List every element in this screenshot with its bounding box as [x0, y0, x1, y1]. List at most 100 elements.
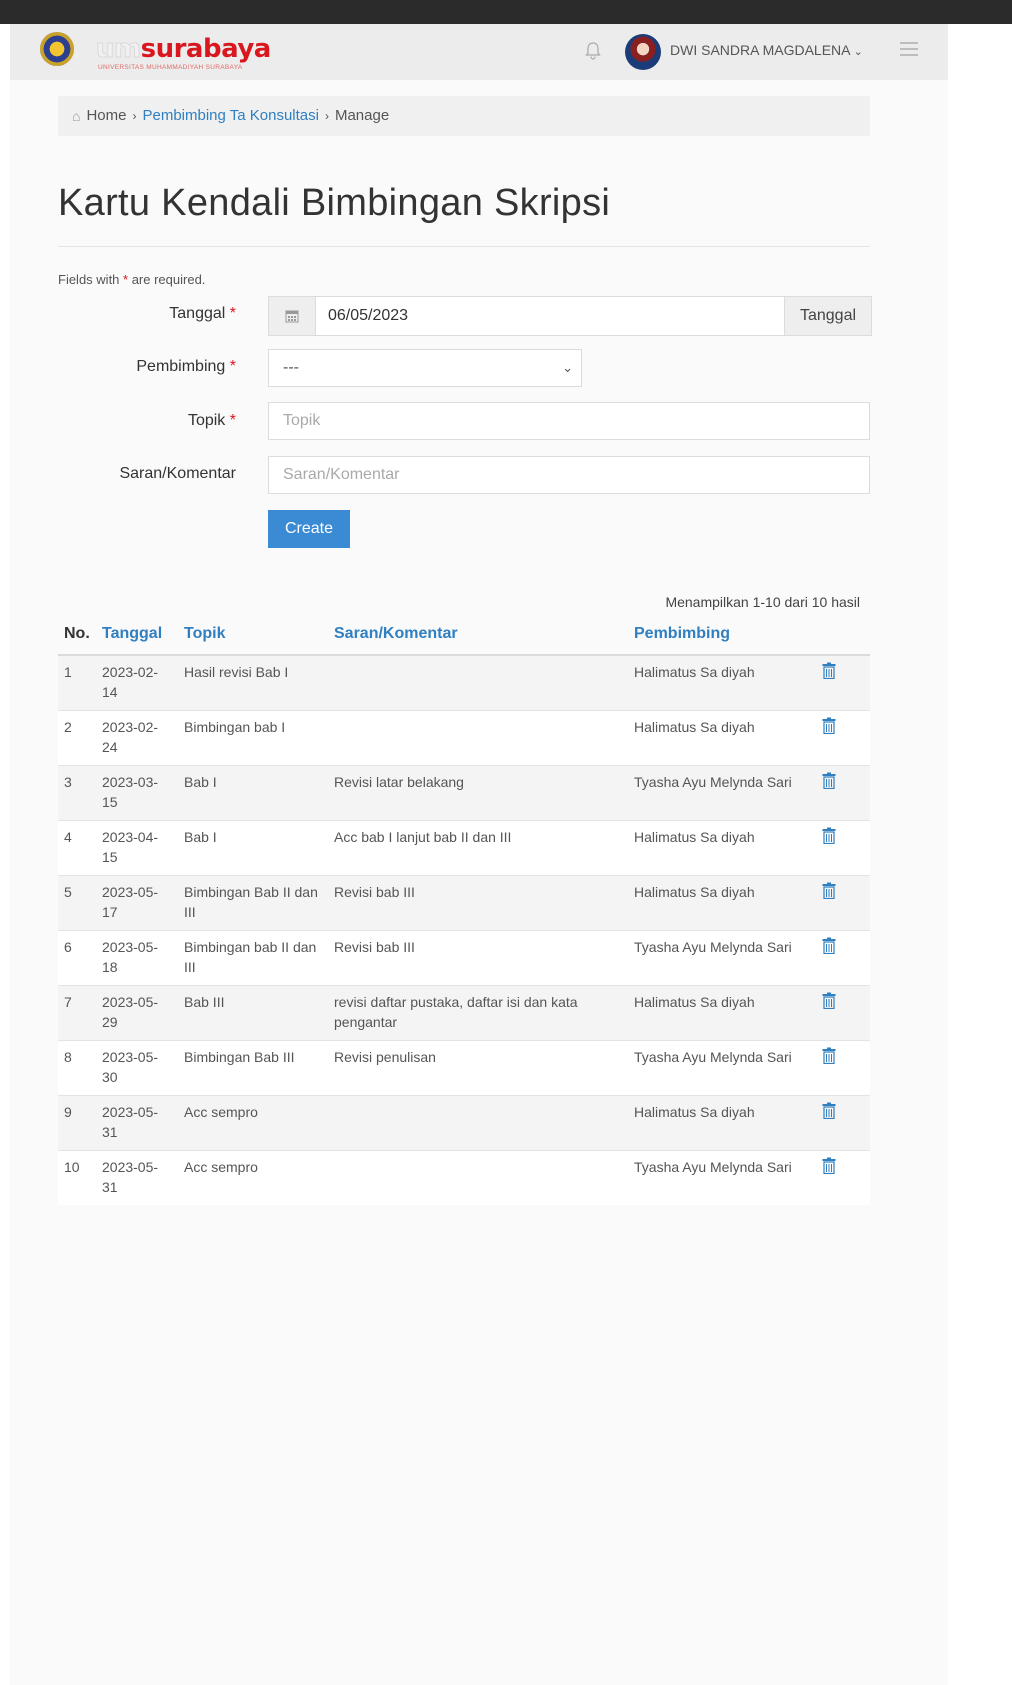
cell-topik: Acc sempro [178, 1095, 328, 1151]
cell-actions [816, 654, 870, 711]
right-gutter [948, 24, 1012, 1685]
cell-pembimbing: Tyasha Ayu Melynda Sari [628, 930, 816, 986]
site-logo[interactable]: umsurabaya [96, 34, 272, 65]
tanggal-input[interactable] [316, 297, 784, 335]
cell-no: 1 [58, 654, 96, 711]
cell-no: 9 [58, 1095, 96, 1151]
cell-saran: Revisi bab III [328, 930, 628, 986]
cell-tanggal: 2023-05-18 [96, 930, 178, 986]
cell-saran: Revisi penulisan [328, 1040, 628, 1096]
cell-pembimbing: Tyasha Ayu Melynda Sari [628, 765, 816, 821]
cell-actions [816, 985, 870, 1041]
cell-saran: Revisi latar belakang [328, 765, 628, 821]
cell-topik: Bimbingan bab I [178, 710, 328, 766]
calendar-icon-svg [285, 310, 299, 323]
column-header-pembimbing[interactable]: Pembimbing [628, 614, 816, 656]
bell-icon[interactable] [585, 42, 601, 60]
cell-pembimbing: Halimatus Sa diyah [628, 820, 816, 876]
cell-saran: Acc bab I lanjut bab II dan III [328, 820, 628, 876]
cell-saran [328, 1150, 628, 1205]
trash-icon[interactable] [822, 662, 836, 679]
cell-pembimbing: Halimatus Sa diyah [628, 710, 816, 766]
trash-icon[interactable] [822, 1047, 836, 1064]
title-divider [58, 246, 870, 247]
cell-pembimbing: Tyasha Ayu Melynda Sari [628, 1040, 816, 1096]
pembimbing-select[interactable]: --- ⌄ [268, 349, 582, 387]
table-row: 9 2023-05-31 Acc sempro Halimatus Sa diy… [58, 1095, 870, 1151]
tanggal-label-text: Tanggal [169, 305, 226, 322]
saran-komentar-input[interactable] [268, 456, 870, 494]
tanggal-label: Tanggal * [56, 305, 236, 323]
university-emblem-logo[interactable] [40, 32, 74, 66]
table-row: 5 2023-05-17 Bimbingan Bab II dan III Re… [58, 875, 870, 931]
cell-topik: Bimbingan bab II dan III [178, 930, 328, 986]
cell-saran [328, 1095, 628, 1151]
cell-tanggal: 2023-05-29 [96, 985, 178, 1041]
pembimbing-selected-value: --- [283, 359, 299, 376]
cell-topik: Bimbingan Bab II dan III [178, 875, 328, 931]
pembimbing-label: Pembimbing * [56, 358, 236, 376]
trash-icon[interactable] [822, 827, 836, 844]
user-menu[interactable]: DWI SANDRA MAGDALENA ⌄ [670, 42, 863, 58]
cell-tanggal: 2023-02-24 [96, 710, 178, 766]
table-row: 2 2023-02-24 Bimbingan bab I Halimatus S… [58, 710, 870, 766]
consultation-table: No. Tanggal Topik Saran/Komentar Pembimb… [58, 614, 870, 1205]
logo-subtitle: Universitas Muhammadiyah Surabaya [98, 64, 243, 71]
trash-icon[interactable] [822, 717, 836, 734]
topik-label-text: Topik [187, 412, 226, 429]
cell-tanggal: 2023-05-31 [96, 1150, 178, 1205]
table-row: 4 2023-04-15 Bab I Acc bab I lanjut bab … [58, 820, 870, 876]
cell-actions [816, 1040, 870, 1096]
table-row: 10 2023-05-31 Acc sempro Tyasha Ayu Mely… [58, 1150, 870, 1205]
cell-actions [816, 820, 870, 876]
cell-pembimbing: Halimatus Sa diyah [628, 1095, 816, 1151]
column-header-saran[interactable]: Saran/Komentar [328, 614, 628, 656]
breadcrumb-home[interactable]: Home [86, 96, 126, 136]
page-title: Kartu Kendali Bimbingan Skripsi [58, 182, 611, 224]
column-header-no: No. [58, 614, 96, 656]
cell-saran: Revisi bab III [328, 875, 628, 931]
cell-actions [816, 875, 870, 931]
breadcrumb-current: Manage [334, 107, 390, 124]
breadcrumb-pembimbing-link[interactable]: Pembimbing Ta Konsultasi [142, 96, 318, 136]
column-header-tanggal[interactable]: Tanggal [96, 614, 178, 656]
cell-tanggal: 2023-05-17 [96, 875, 178, 931]
calendar-icon[interactable] [269, 297, 316, 335]
table-row: 8 2023-05-30 Bimbingan Bab III Revisi pe… [58, 1040, 870, 1096]
cell-actions [816, 930, 870, 986]
user-avatar[interactable] [625, 34, 661, 70]
cell-topik: Bab I [178, 765, 328, 821]
logo-um-text: um [96, 34, 142, 65]
trash-icon[interactable] [822, 882, 836, 899]
cell-topik: Bab III [178, 985, 328, 1041]
home-icon: ⌂ [72, 108, 81, 124]
required-star: * [229, 305, 236, 322]
trash-icon[interactable] [822, 1157, 836, 1174]
cell-topik: Bab I [178, 820, 328, 876]
trash-icon[interactable] [822, 1102, 836, 1119]
cell-tanggal: 2023-03-15 [96, 765, 178, 821]
cell-saran [328, 654, 628, 711]
trash-icon[interactable] [822, 772, 836, 789]
column-header-topik[interactable]: Topik [178, 614, 328, 656]
cell-no: 2 [58, 710, 96, 766]
trash-icon[interactable] [822, 992, 836, 1009]
top-dark-bar [0, 0, 1012, 24]
cell-saran [328, 710, 628, 766]
table-row: 3 2023-03-15 Bab I Revisi latar belakang… [58, 765, 870, 821]
cell-tanggal: 2023-05-31 [96, 1095, 178, 1151]
tanggal-addon: Tanggal [784, 297, 871, 335]
cell-topik: Acc sempro [178, 1150, 328, 1205]
table-row: 6 2023-05-18 Bimbingan bab II dan III Re… [58, 930, 870, 986]
app-container: umsurabaya Universitas Muhammadiyah Sura… [10, 24, 948, 1685]
topik-input[interactable] [268, 402, 870, 440]
hamburger-menu-icon[interactable] [900, 42, 918, 56]
cell-pembimbing: Halimatus Sa diyah [628, 654, 816, 711]
create-button[interactable]: Create [268, 510, 350, 548]
cell-no: 7 [58, 985, 96, 1041]
breadcrumb: ⌂ Home › Pembimbing Ta Konsultasi › Mana… [58, 96, 870, 136]
cell-tanggal: 2023-04-15 [96, 820, 178, 876]
trash-icon[interactable] [822, 937, 836, 954]
cell-pembimbing: Halimatus Sa diyah [628, 985, 816, 1041]
cell-topik: Bimbingan Bab III [178, 1040, 328, 1096]
